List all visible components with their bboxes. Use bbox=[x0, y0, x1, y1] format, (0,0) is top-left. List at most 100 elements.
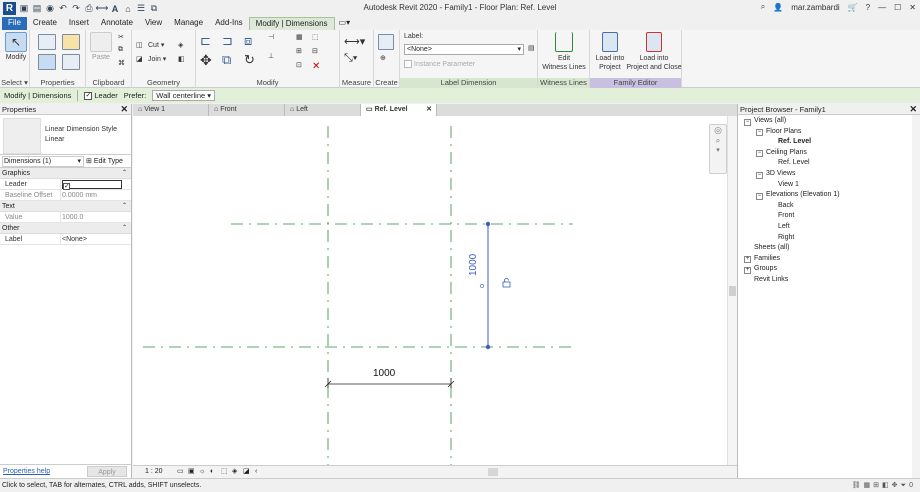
prop-value[interactable]: 0.0000 mm bbox=[62, 190, 97, 201]
browser-item[interactable]: Groups bbox=[754, 265, 777, 272]
pin-icon[interactable]: ⊞ bbox=[296, 47, 302, 55]
filter-icon[interactable]: ⏷ bbox=[900, 482, 909, 489]
close-icon[interactable]: ✕ bbox=[120, 104, 128, 115]
load-into-project-button[interactable]: Load into Project bbox=[592, 32, 628, 72]
steering-wheel-icon[interactable]: ◎ bbox=[710, 125, 726, 136]
cut-geometry-button[interactable]: Cut ▾ bbox=[148, 41, 164, 49]
match-type-icon[interactable]: ⌘ bbox=[118, 59, 125, 67]
horizontal-scroll-thumb[interactable] bbox=[488, 468, 498, 476]
prop-value[interactable]: <None> bbox=[62, 234, 87, 245]
prop-value[interactable]: 1000.0 bbox=[62, 212, 83, 223]
scroll-left-icon[interactable]: ‹ bbox=[255, 466, 257, 478]
browser-item[interactable]: Ref. Level bbox=[778, 138, 811, 145]
offset-icon[interactable]: ⊐ bbox=[222, 33, 233, 49]
browser-item[interactable]: Front bbox=[778, 212, 794, 219]
browser-scrollbar[interactable] bbox=[912, 115, 920, 478]
browser-item[interactable]: Families bbox=[754, 255, 780, 262]
type-properties-icon[interactable] bbox=[62, 34, 80, 50]
instance-parameter-checkbox[interactable]: Instance Parameter bbox=[404, 60, 475, 68]
load-and-close-button[interactable]: Load into Project and Close bbox=[626, 32, 682, 72]
browser-item[interactable]: Left bbox=[778, 223, 790, 230]
group-other[interactable]: Other ⌃ bbox=[0, 223, 131, 234]
help-icon[interactable]: ? bbox=[866, 3, 870, 12]
view-scale[interactable]: 1 : 20 bbox=[145, 466, 163, 478]
tab-create[interactable]: Create bbox=[27, 17, 63, 30]
search-icon[interactable]: ⌕ bbox=[761, 2, 765, 12]
modify-button[interactable]: ↖ Modify bbox=[2, 32, 30, 61]
dimension-lock-icon[interactable] bbox=[502, 278, 511, 288]
unpin-alt-icon[interactable]: ⊡ bbox=[296, 61, 302, 69]
edit-witness-lines-button[interactable]: Edit Witness Lines bbox=[540, 32, 588, 72]
tree-toggle-icon[interactable]: − bbox=[756, 129, 763, 137]
delete-icon[interactable]: ✕ bbox=[312, 61, 320, 72]
edit-label-icon[interactable]: ▤ bbox=[528, 44, 535, 52]
edit-type-button[interactable]: ⊞ Edit Type bbox=[86, 155, 123, 168]
crop-view-icon[interactable]: ⬚ bbox=[221, 466, 228, 478]
label-dropdown[interactable]: <None> ▾ bbox=[404, 44, 524, 55]
browser-item[interactable]: Floor Plans bbox=[766, 128, 801, 135]
browser-item[interactable]: Elevations (Elevation 1) bbox=[766, 191, 840, 198]
nav-chevron-icon[interactable]: ▾ bbox=[710, 146, 726, 154]
select-by-face-icon[interactable]: ◧ bbox=[882, 482, 892, 489]
trim-icon[interactable]: ⊣ bbox=[268, 33, 274, 41]
properties-help-link[interactable]: Properties help bbox=[3, 465, 50, 479]
close-button[interactable]: ✕ bbox=[909, 3, 916, 12]
tree-toggle-icon[interactable]: − bbox=[756, 192, 763, 200]
shadows-icon[interactable]: ◐ bbox=[210, 466, 214, 478]
group-graphics[interactable]: Graphics ⌃ bbox=[0, 168, 131, 179]
browser-item[interactable]: View 1 bbox=[778, 181, 799, 188]
vertical-scrollbar[interactable] bbox=[727, 116, 737, 465]
visual-style-icon[interactable]: ▣ bbox=[188, 466, 195, 478]
browser-item[interactable]: Back bbox=[778, 202, 794, 209]
create-similar-icon[interactable] bbox=[378, 34, 394, 50]
cope-icon[interactable]: ◫ bbox=[136, 41, 143, 49]
close-icon[interactable]: ✕ bbox=[909, 104, 917, 115]
tree-toggle-icon[interactable]: + bbox=[744, 256, 751, 264]
zoom-icon[interactable]: ⌕ bbox=[710, 136, 726, 146]
join-button[interactable]: Join ▾ bbox=[148, 55, 166, 63]
detail-level-icon[interactable]: ▭ bbox=[177, 466, 184, 478]
prefer-dropdown[interactable]: Wall centerline ▾ bbox=[152, 90, 216, 101]
user-name[interactable]: mar.zambardi bbox=[791, 3, 839, 12]
leader-checkbox[interactable]: ✓ Leader bbox=[84, 91, 118, 100]
tab-insert[interactable]: Insert bbox=[63, 17, 95, 30]
ribbon-options-icon[interactable]: ▭▾ bbox=[335, 17, 355, 30]
unpin-icon[interactable]: ⊟ bbox=[312, 47, 318, 55]
leader-value-checkbox[interactable]: ✓ bbox=[62, 180, 122, 190]
type-selector[interactable]: Linear Dimension Style Linear bbox=[0, 115, 131, 155]
copy-element-icon[interactable]: ⧉ bbox=[222, 52, 231, 68]
measure-between-icon[interactable]: ⟷▾ bbox=[344, 35, 365, 48]
tab-front[interactable]: ⌂ Front bbox=[209, 104, 285, 116]
select-links-icon[interactable]: ⛓ bbox=[852, 482, 864, 489]
tree-toggle-icon[interactable]: − bbox=[744, 118, 751, 126]
cart-icon[interactable]: 🛒 bbox=[848, 3, 858, 12]
close-tab-icon[interactable]: ✕ bbox=[426, 104, 432, 116]
aligned-dimension-icon[interactable]: ⤡▾ bbox=[344, 52, 357, 65]
array-icon[interactable]: ▦ bbox=[296, 33, 303, 41]
user-icon[interactable]: 👤 bbox=[773, 3, 783, 12]
tab-left[interactable]: ⌂ Left bbox=[285, 104, 361, 116]
cut-clip-icon[interactable]: ✂ bbox=[118, 33, 124, 41]
panel-title-select[interactable]: Select ▾ bbox=[0, 78, 29, 88]
paint-icon[interactable]: ◧ bbox=[178, 55, 185, 63]
tab-annotate[interactable]: Annotate bbox=[95, 17, 139, 30]
maximize-button[interactable]: ☐ bbox=[894, 3, 901, 12]
tree-toggle-icon[interactable]: + bbox=[744, 266, 751, 274]
sun-path-icon[interactable]: ☼ bbox=[199, 466, 205, 478]
properties-icon[interactable] bbox=[38, 34, 56, 50]
browser-item[interactable]: Revit Links bbox=[754, 276, 788, 283]
reveal-hidden-icon[interactable]: ◪ bbox=[243, 466, 250, 478]
tab-ref-level[interactable]: ▭ Ref. Level ✕ bbox=[361, 104, 437, 116]
create-group-icon[interactable]: ⊕ bbox=[380, 54, 386, 62]
tab-view-1[interactable]: ⌂ View 1 bbox=[133, 104, 209, 116]
dimension-grip-bottom[interactable] bbox=[485, 344, 491, 350]
family-types-icon[interactable] bbox=[38, 54, 56, 70]
tab-view[interactable]: View bbox=[139, 17, 168, 30]
align-icon[interactable]: ⊏ bbox=[200, 33, 211, 49]
copy-icon[interactable]: ⧉ bbox=[118, 46, 123, 54]
family-category-icon[interactable] bbox=[62, 54, 80, 70]
select-underlay-icon[interactable]: ▦ bbox=[863, 482, 873, 489]
minimize-button[interactable]: — bbox=[878, 3, 886, 12]
tab-manage[interactable]: Manage bbox=[168, 17, 209, 30]
tab-add-ins[interactable]: Add-Ins bbox=[209, 17, 249, 30]
